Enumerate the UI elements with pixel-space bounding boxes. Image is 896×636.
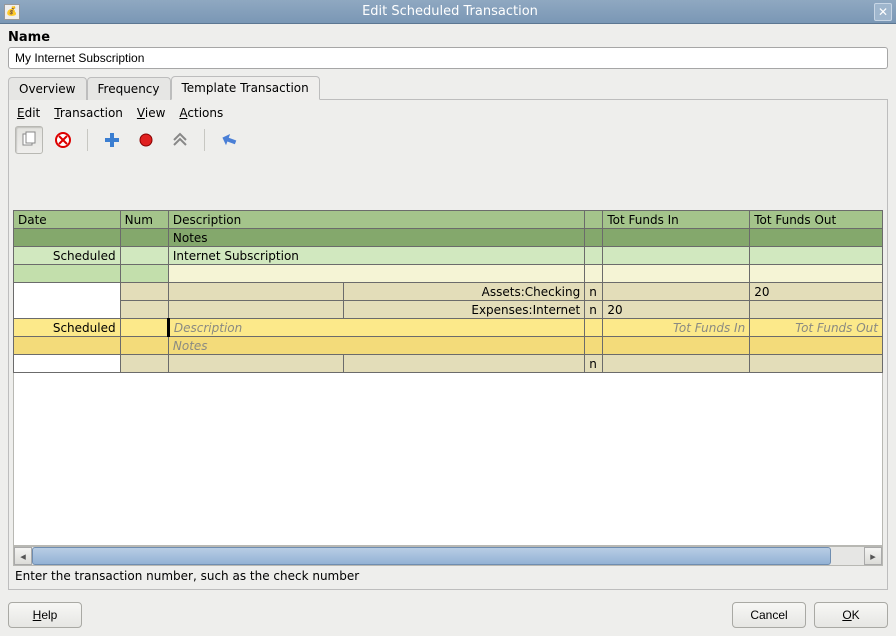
col-funds-in[interactable]: Tot Funds In xyxy=(603,211,750,229)
tab-strip: Overview Frequency Template Transaction xyxy=(8,75,888,100)
cancel-button[interactable]: Cancel xyxy=(732,602,806,628)
app-icon: 💰 xyxy=(4,4,20,20)
col-description[interactable]: Description xyxy=(168,211,584,229)
scroll-track[interactable] xyxy=(32,547,864,565)
cell-rec[interactable]: n xyxy=(585,301,603,319)
toolbar-separator xyxy=(204,129,205,151)
cell-rec[interactable]: n xyxy=(585,283,603,301)
col-funds-out[interactable]: Tot Funds Out xyxy=(750,211,883,229)
scroll-left-icon[interactable]: ◂ xyxy=(14,547,32,565)
table-row[interactable]: Expenses:Internet n 20 xyxy=(14,301,883,319)
tab-body: Edit Transaction View Actions xyxy=(8,100,888,590)
cell-in[interactable]: 20 xyxy=(603,301,750,319)
register-empty-area xyxy=(13,373,883,546)
scroll-thumb[interactable] xyxy=(32,547,831,565)
col-date[interactable]: Date xyxy=(14,211,121,229)
name-input[interactable] xyxy=(8,47,888,69)
col-num[interactable]: Num xyxy=(120,211,168,229)
status-text: Enter the transaction number, such as th… xyxy=(13,566,883,583)
cell-description[interactable]: Internet Subscription xyxy=(168,247,584,265)
close-icon[interactable]: ✕ xyxy=(874,3,892,21)
tab-frequency[interactable]: Frequency xyxy=(87,77,171,100)
tab-template-transaction[interactable]: Template Transaction xyxy=(171,76,320,100)
col-num-sub xyxy=(120,229,168,247)
copy-icon[interactable] xyxy=(15,126,43,154)
register: Date Num Description Tot Funds In Tot Fu… xyxy=(13,210,883,583)
table-row[interactable]: Scheduled Internet Subscription xyxy=(14,247,883,265)
menu-transaction[interactable]: Transaction xyxy=(54,106,123,120)
menu-bar: Edit Transaction View Actions xyxy=(13,104,883,124)
toolbar-separator xyxy=(87,129,88,151)
name-label: Name xyxy=(8,30,888,45)
help-button[interactable]: Help xyxy=(8,602,82,628)
scroll-right-icon[interactable]: ▸ xyxy=(864,547,882,565)
cell-account[interactable]: Assets:Checking xyxy=(343,283,584,301)
tab-overview[interactable]: Overview xyxy=(8,77,87,100)
toolbar xyxy=(13,124,883,160)
cell-out[interactable]: 20 xyxy=(750,283,883,301)
cell-account[interactable]: Expenses:Internet xyxy=(343,301,584,319)
cell-rec[interactable]: n xyxy=(585,355,603,373)
table-row[interactable]: Assets:Checking n 20 xyxy=(14,283,883,301)
register-table[interactable]: Date Num Description Tot Funds In Tot Fu… xyxy=(13,210,883,373)
window-title: Edit Scheduled Transaction xyxy=(26,4,874,19)
col-date-sub xyxy=(14,229,121,247)
horizontal-scrollbar[interactable]: ◂ ▸ xyxy=(13,546,883,566)
col-notes[interactable]: Notes xyxy=(168,229,584,247)
jump-icon[interactable] xyxy=(166,126,194,154)
menu-actions[interactable]: Actions xyxy=(179,106,223,120)
cancel-icon[interactable] xyxy=(49,126,77,154)
dialog-footer: Help Cancel OK xyxy=(8,590,888,628)
col-rec[interactable] xyxy=(585,211,603,229)
menu-edit[interactable]: Edit xyxy=(17,106,40,120)
table-row[interactable]: n xyxy=(14,355,883,373)
add-icon[interactable] xyxy=(98,126,126,154)
blank-icon[interactable] xyxy=(215,126,243,154)
menu-view[interactable]: View xyxy=(137,106,165,120)
table-row[interactable] xyxy=(14,265,883,283)
title-bar: 💰 Edit Scheduled Transaction ✕ xyxy=(0,0,896,24)
table-row[interactable]: Scheduled Description Tot Funds In Tot F… xyxy=(14,319,883,337)
cell-date[interactable]: Scheduled xyxy=(14,319,121,337)
cell-date[interactable]: Scheduled xyxy=(14,247,121,265)
record-icon[interactable] xyxy=(132,126,160,154)
table-row[interactable]: Notes xyxy=(14,337,883,355)
ok-button[interactable]: OK xyxy=(814,602,888,628)
